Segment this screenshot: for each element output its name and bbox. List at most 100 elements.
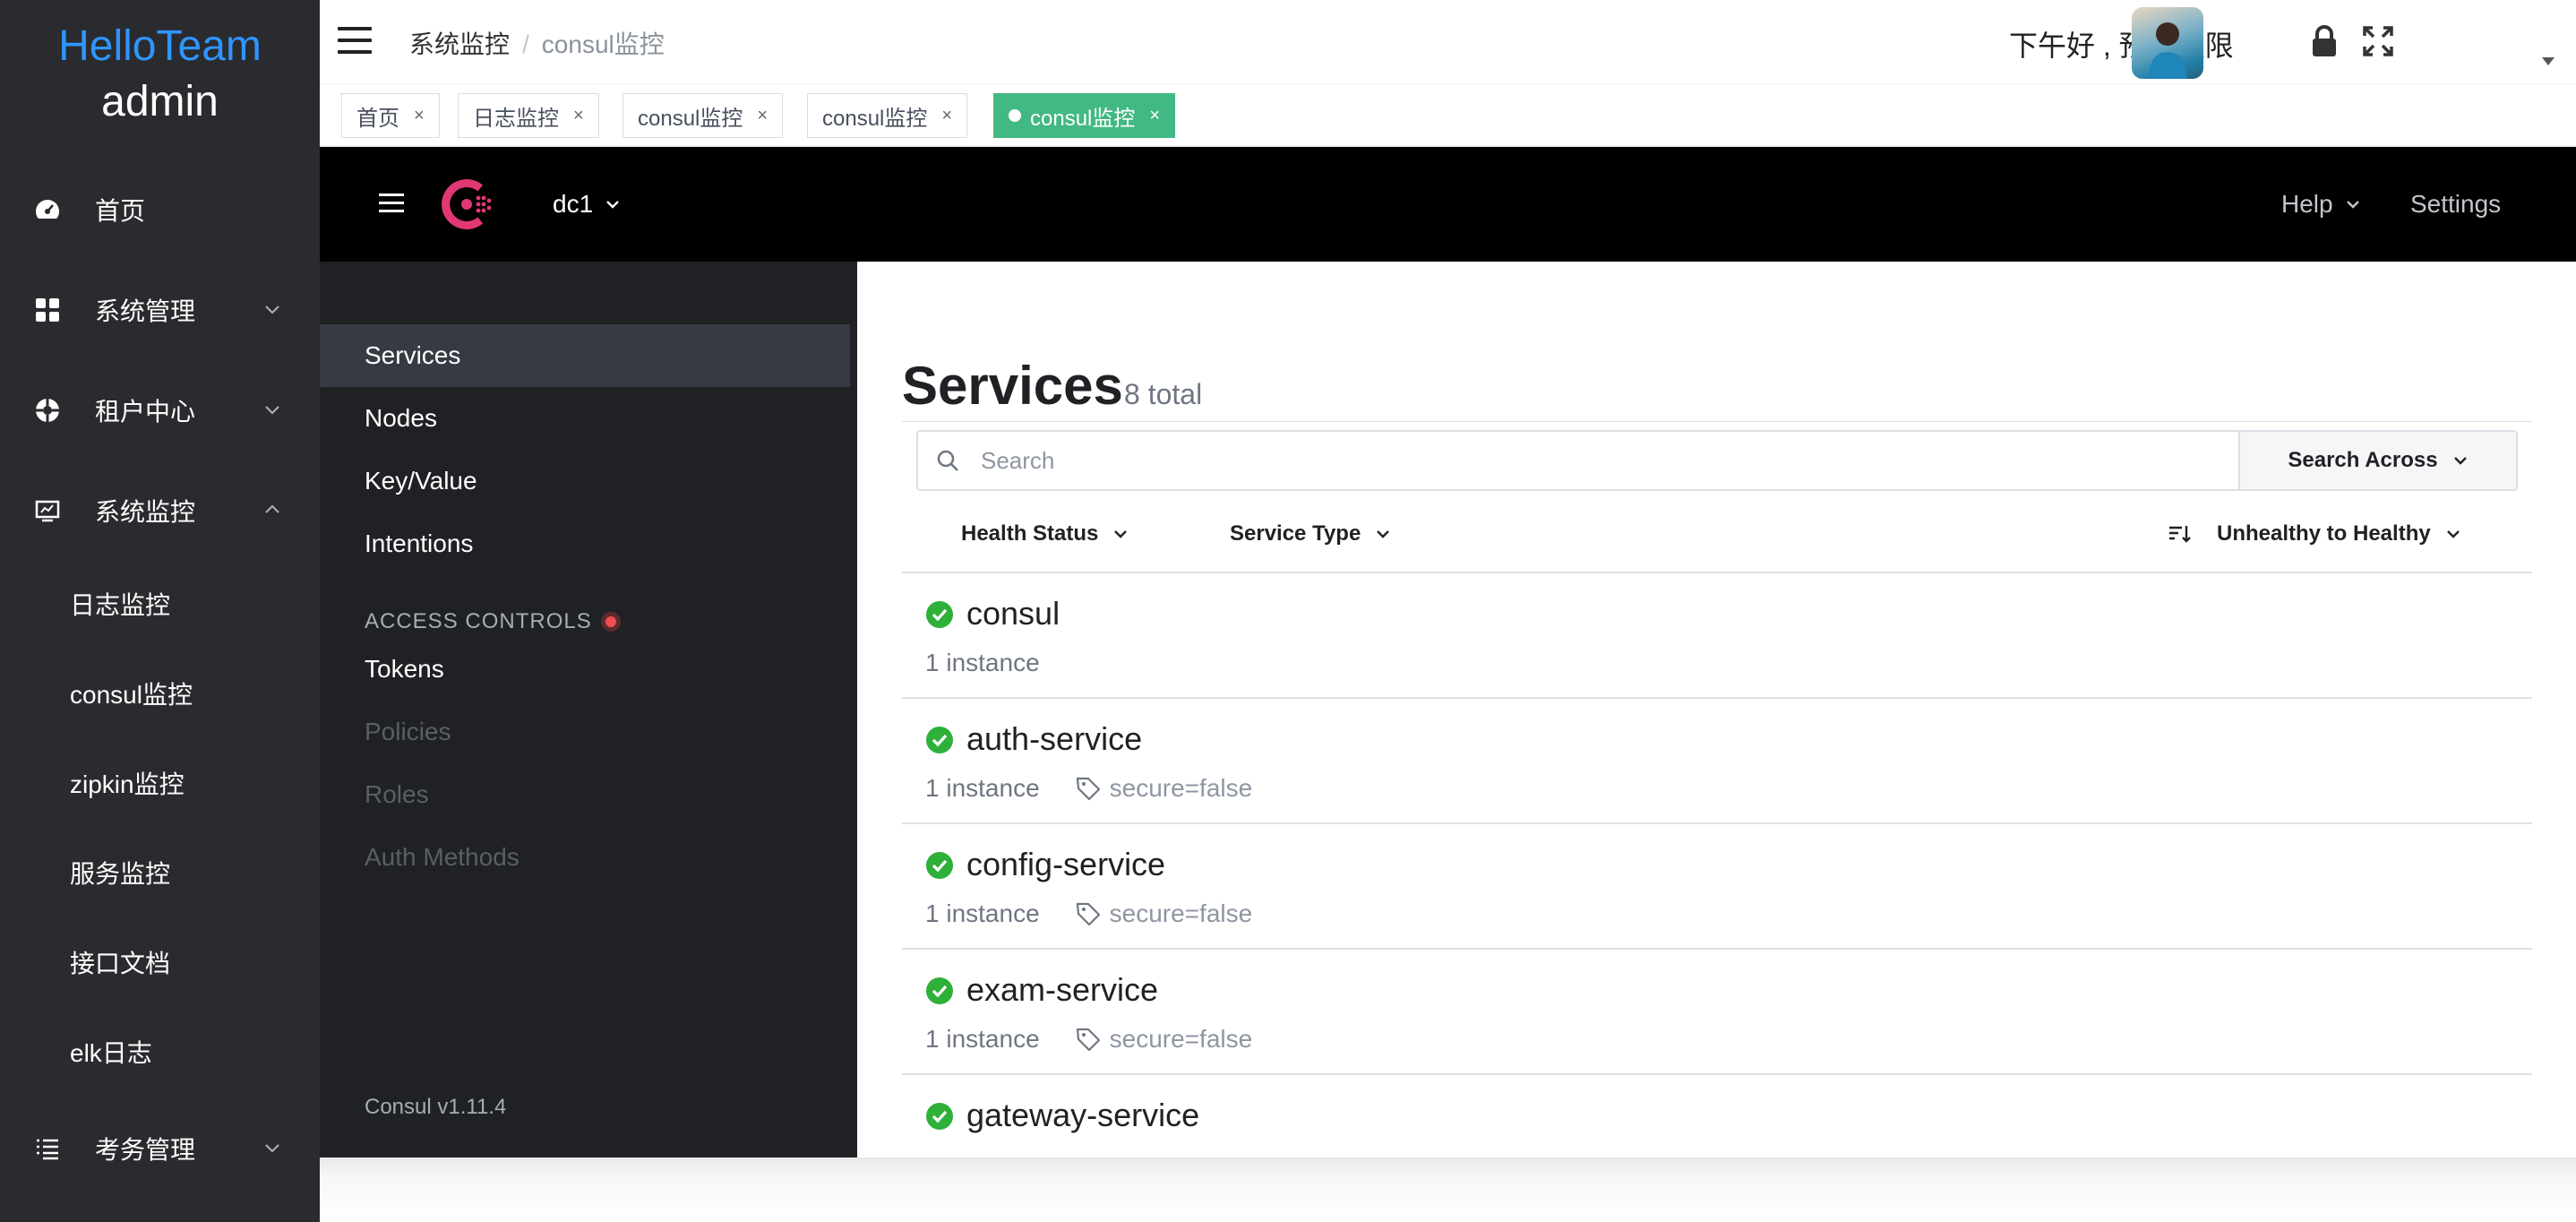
sidebar-subitem-zipkin-monitor[interactable]: zipkin监控 bbox=[70, 762, 185, 807]
fullscreen-icon[interactable] bbox=[2360, 23, 2396, 59]
access-controls-heading: ACCESS CONTROLS bbox=[365, 609, 621, 634]
service-tag: secure=false bbox=[1109, 774, 1253, 802]
chevron-down-icon bbox=[2346, 201, 2359, 209]
search-across-dropdown[interactable]: Search Across bbox=[2238, 432, 2516, 489]
breadcrumb-item[interactable]: 系统监控 bbox=[409, 30, 510, 58]
filter-label: Health Status bbox=[961, 521, 1099, 546]
tab-consul-monitor[interactable]: consul监控 × bbox=[807, 93, 968, 138]
section-label: ACCESS CONTROLS bbox=[365, 609, 592, 633]
health-status-filter[interactable]: Health Status bbox=[961, 521, 1129, 546]
close-icon[interactable]: × bbox=[414, 106, 425, 126]
healthy-check-icon bbox=[926, 852, 953, 879]
consul-frame: dc1 Help Settings Services Nodes Key/Val… bbox=[320, 147, 2576, 1157]
page-bottom-edge bbox=[320, 1157, 2576, 1222]
help-menu[interactable]: Help bbox=[2281, 190, 2362, 219]
chevron-down-icon bbox=[265, 1144, 279, 1153]
sidebar-item-system-management[interactable]: 系统管理 bbox=[0, 281, 320, 339]
datacenter-label: dc1 bbox=[553, 190, 594, 218]
tab-label: 首页 bbox=[356, 106, 399, 131]
sidebar-item-label: 首页 bbox=[95, 197, 146, 225]
service-name[interactable]: auth-service bbox=[966, 720, 1142, 758]
nav-item-roles: Roles bbox=[365, 780, 429, 808]
sidebar-item-tenant-center[interactable]: 租户中心 bbox=[0, 382, 320, 439]
tag-icon bbox=[1076, 1028, 1100, 1052]
chevron-down-icon bbox=[1377, 530, 1390, 538]
breadcrumb-separator: / bbox=[522, 30, 529, 58]
service-type-filter[interactable]: Service Type bbox=[1230, 521, 1391, 546]
lock-icon[interactable] bbox=[2306, 23, 2342, 59]
active-dot-icon bbox=[1009, 109, 1021, 122]
healthy-check-icon bbox=[926, 977, 953, 1004]
service-row[interactable]: consul 1 instance bbox=[902, 573, 2532, 699]
sidebar-subitem-log-monitor[interactable]: 日志监控 bbox=[70, 583, 170, 628]
service-row[interactable]: config-service 1 instance secure=false bbox=[902, 824, 2532, 950]
tab-log-monitor[interactable]: 日志监控 × bbox=[458, 93, 599, 138]
consul-menu-icon[interactable] bbox=[379, 194, 404, 215]
breadcrumb-current: consul监控 bbox=[541, 30, 665, 58]
tabs-bar: 首页 × 日志监控 × consul监控 × consul监控 × consul监控 × bbox=[320, 84, 2576, 147]
alert-dot-icon bbox=[600, 612, 621, 632]
consul-header: dc1 Help Settings bbox=[320, 147, 2576, 262]
nav-item-key-value[interactable]: Key/Value bbox=[320, 450, 850, 512]
tab-consul-monitor[interactable]: consul监控 × bbox=[623, 93, 784, 138]
tab-consul-monitor-active[interactable]: consul监控 × bbox=[993, 93, 1176, 138]
sort-dropdown[interactable]: Unhealthy to Healthy bbox=[2167, 521, 2461, 546]
healthy-check-icon bbox=[926, 1103, 953, 1130]
service-row[interactable]: auth-service 1 instance secure=false bbox=[902, 699, 2532, 824]
tab-label: 日志监控 bbox=[473, 106, 559, 131]
nav-item-auth-methods: Auth Methods bbox=[365, 843, 519, 871]
grid-icon bbox=[34, 297, 61, 323]
menu-toggle-icon[interactable] bbox=[338, 27, 374, 56]
datacenter-selector[interactable]: dc1 bbox=[553, 190, 622, 219]
chevron-down-icon bbox=[2453, 457, 2467, 465]
search-input[interactable] bbox=[981, 446, 2056, 475]
chevron-down-icon bbox=[265, 406, 279, 415]
sidebar-item-exam-management[interactable]: 考务管理 bbox=[0, 1120, 320, 1177]
consul-version: Consul v1.11.4 bbox=[365, 1095, 507, 1119]
close-icon[interactable]: × bbox=[757, 106, 768, 126]
tab-label: consul监控 bbox=[638, 106, 743, 131]
service-meta: 1 instance bbox=[925, 649, 1040, 677]
nav-item-services[interactable]: Services bbox=[320, 324, 850, 387]
tag-icon bbox=[1076, 902, 1100, 926]
service-name[interactable]: consul bbox=[966, 595, 1060, 633]
avatar[interactable] bbox=[2132, 7, 2203, 79]
sidebar-item-home[interactable]: 首页 bbox=[0, 181, 320, 238]
services-count: 8 total bbox=[1124, 378, 1203, 410]
service-tag: secure=false bbox=[1109, 1025, 1253, 1053]
close-icon[interactable]: × bbox=[941, 106, 952, 126]
caret-down-icon[interactable] bbox=[2542, 57, 2555, 65]
service-row[interactable]: gateway-service bbox=[902, 1075, 2532, 1157]
tab-home[interactable]: 首页 × bbox=[341, 93, 440, 138]
services-page: Services 8 total Search Across Health St… bbox=[857, 262, 2576, 1157]
nav-item-intentions[interactable]: Intentions bbox=[320, 512, 850, 575]
search-box bbox=[918, 432, 2238, 489]
page-title: Services bbox=[902, 356, 1123, 416]
chevron-up-icon bbox=[265, 504, 279, 513]
instance-count: 1 instance bbox=[925, 774, 1040, 802]
settings-link[interactable]: Settings bbox=[2410, 190, 2501, 219]
consul-nav: Services Nodes Key/Value Intentions ACCE… bbox=[320, 262, 857, 1157]
close-icon[interactable]: × bbox=[573, 106, 584, 126]
sidebar-item-label: 租户中心 bbox=[95, 398, 196, 426]
healthy-check-icon bbox=[926, 601, 953, 628]
sidebar-item-system-monitor[interactable]: 系统监控 bbox=[0, 482, 320, 539]
search-bar: Search Across bbox=[916, 430, 2518, 491]
consul-logo-icon[interactable] bbox=[436, 174, 497, 235]
sidebar-subitem-consul-monitor[interactable]: consul监控 bbox=[70, 673, 193, 718]
search-icon bbox=[937, 450, 958, 471]
current-user-name: admin bbox=[101, 78, 219, 125]
close-icon[interactable]: × bbox=[1149, 106, 1160, 126]
nav-item-tokens[interactable]: Tokens bbox=[320, 638, 850, 701]
sidebar-subitem-service-monitor[interactable]: 服务监控 bbox=[70, 852, 170, 897]
service-name[interactable]: config-service bbox=[966, 846, 1165, 883]
tab-label: consul监控 bbox=[1030, 106, 1136, 131]
service-name[interactable]: exam-service bbox=[966, 971, 1158, 1009]
sidebar-subitem-elk-logs[interactable]: elk日志 bbox=[70, 1031, 152, 1076]
nav-item-nodes[interactable]: Nodes bbox=[320, 387, 850, 450]
search-across-label: Search Across bbox=[2288, 448, 2438, 472]
service-row[interactable]: exam-service 1 instance secure=false bbox=[902, 950, 2532, 1075]
sidebar-subitem-api-docs[interactable]: 接口文档 bbox=[70, 942, 170, 986]
service-meta: 1 instance secure=false bbox=[925, 774, 1252, 803]
service-name[interactable]: gateway-service bbox=[966, 1097, 1199, 1134]
